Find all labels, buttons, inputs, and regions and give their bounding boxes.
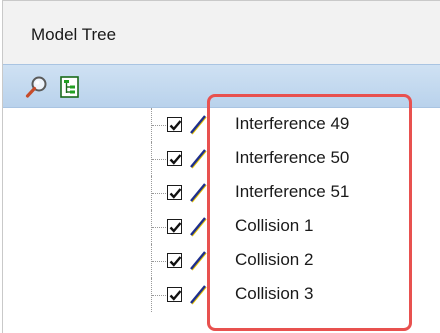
tree-item-collision-2[interactable]: Collision 2 <box>3 244 440 278</box>
visibility-checkbox[interactable] <box>167 219 182 234</box>
checkmark-icon <box>169 120 182 131</box>
tree-item-label: Interference 49 <box>235 114 350 133</box>
tree-item-label: Interference 50 <box>235 148 350 167</box>
panel-title: Model Tree <box>31 25 117 44</box>
visibility-checkbox[interactable] <box>167 253 182 268</box>
panel-title-bar: Model Tree <box>3 1 440 64</box>
collision-line-icon <box>190 285 207 305</box>
visibility-checkbox[interactable] <box>167 287 182 302</box>
search-button[interactable] <box>25 75 49 99</box>
model-tree-panel: Model Tree Interference 49 Interference … <box>2 0 440 333</box>
tree-item-interference-51[interactable]: Interference 51 <box>3 176 440 210</box>
visibility-checkbox[interactable] <box>167 185 182 200</box>
visibility-checkbox[interactable] <box>167 151 182 166</box>
checkmark-icon <box>169 290 182 301</box>
checkmark-icon <box>169 256 182 267</box>
collision-line-icon <box>190 251 207 271</box>
model-tree-toolbar <box>3 64 440 108</box>
visibility-checkbox[interactable] <box>167 117 182 132</box>
tree-item-interference-49[interactable]: Interference 49 <box>3 108 440 142</box>
tree-item-collision-1[interactable]: Collision 1 <box>3 210 440 244</box>
interference-line-icon <box>190 149 207 169</box>
checkmark-icon <box>169 222 182 233</box>
tree-item-label: Collision 3 <box>235 284 314 303</box>
tree-item-label: Collision 2 <box>235 250 314 269</box>
checkmark-icon <box>169 154 182 165</box>
checkmark-icon <box>169 188 182 199</box>
tree-item-label: Interference 51 <box>235 182 350 201</box>
tree-view-button[interactable] <box>58 75 82 99</box>
search-icon <box>25 76 47 98</box>
tree-item-label: Collision 1 <box>235 216 314 235</box>
model-tree: Interference 49 Interference 50 Interfer… <box>3 108 440 333</box>
collision-line-icon <box>190 217 207 237</box>
tree-item-collision-3[interactable]: Collision 3 <box>3 278 440 312</box>
interference-line-icon <box>190 115 207 135</box>
tree-item-interference-50[interactable]: Interference 50 <box>3 142 440 176</box>
tree-view-icon <box>60 76 79 98</box>
interference-line-icon <box>190 183 207 203</box>
